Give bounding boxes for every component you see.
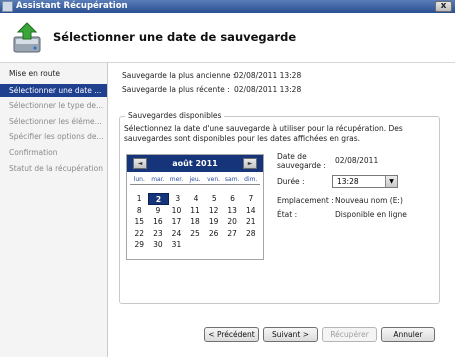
step-get-started[interactable]: Mise en route xyxy=(0,67,107,80)
calendar-day[interactable]: 5 xyxy=(205,193,223,205)
backup-date-value: 02/08/2011 xyxy=(335,156,379,165)
calendar-day[interactable]: 28 xyxy=(241,228,260,240)
calendar-week-row: 1234567 xyxy=(130,193,260,205)
calendar-day[interactable]: 1 xyxy=(130,193,148,205)
previous-month-button[interactable]: ◄ xyxy=(133,158,147,169)
state-label: État : xyxy=(277,210,298,219)
calendar-day[interactable]: 8 xyxy=(130,205,149,217)
calendar-week-row: 29 30 31 xyxy=(130,239,260,251)
oldest-backup-value: 02/08/2011 13:28 xyxy=(234,71,302,80)
group-legend: Sauvegardes disponibles xyxy=(125,111,225,120)
calendar-day[interactable]: 24 xyxy=(167,228,186,240)
calendar-day-empty xyxy=(241,239,260,251)
weekday-label: mer. xyxy=(169,176,184,183)
calendar-day[interactable]: 9 xyxy=(149,205,168,217)
backup-date-label-line2: sauvegarde : xyxy=(277,161,326,170)
duration-select[interactable]: 13:28 ▼ xyxy=(332,175,398,188)
recover-button: Récupérer xyxy=(322,327,377,342)
weekday-label: sam. xyxy=(224,176,240,183)
newest-backup-value: 02/08/2011 13:28 xyxy=(234,85,302,94)
calendar-day[interactable]: 11 xyxy=(186,205,205,217)
calendar-day[interactable]: 23 xyxy=(149,228,168,240)
wizard-steps-pane: Mise en route Sélectionner une date ... … xyxy=(0,62,107,357)
page-title: Sélectionner une date de sauvegarde xyxy=(53,30,297,44)
location-value: Nouveau nom (E:) xyxy=(335,196,403,205)
calendar-day[interactable]: 30 xyxy=(149,239,168,251)
backup-restore-icon xyxy=(13,22,41,53)
calendar-day[interactable]: 10 xyxy=(167,205,186,217)
previous-button[interactable]: < Précédent xyxy=(204,327,259,342)
weekday-label: mar. xyxy=(151,176,165,183)
close-button[interactable]: x xyxy=(435,1,452,12)
calendar-day[interactable]: 20 xyxy=(223,216,242,228)
calendar-day-selected[interactable]: 2 xyxy=(148,193,169,205)
calendar-week-row: 15 16 17 18 19 20 21 xyxy=(130,216,260,228)
calendar-day[interactable]: 17 xyxy=(167,216,186,228)
newest-backup-label: Sauvegarde la plus récente : xyxy=(122,85,230,94)
calendar-day[interactable]: 4 xyxy=(187,193,205,205)
calendar-day[interactable]: 29 xyxy=(130,239,149,251)
weekday-label: jeu. xyxy=(189,176,201,183)
step-recovery-status: Statut de la récupération xyxy=(9,164,103,173)
window-titlebar: Assistant Récupération x xyxy=(0,0,455,13)
calendar-day[interactable]: 26 xyxy=(204,228,223,240)
step-select-date[interactable]: Sélectionner une date ... xyxy=(0,84,107,97)
calendar-day[interactable]: 22 xyxy=(130,228,149,240)
calendar-day-empty xyxy=(223,239,242,251)
weekday-label: lun. xyxy=(133,176,145,183)
calendar-day-grid: 1 2 3 4 5 6 7 8 9 10 11 12 13 14 15 16 17 18 19 20 21 22 23 24 2… xyxy=(130,193,260,251)
state-value: Disponible en ligne xyxy=(335,210,407,219)
app-icon xyxy=(2,1,13,12)
calendar-day[interactable]: 3 xyxy=(169,193,187,205)
calendar-day[interactable]: 19 xyxy=(204,216,223,228)
calendar-day[interactable]: 16 xyxy=(149,216,168,228)
calendar-day[interactable]: 15 xyxy=(130,216,149,228)
chevron-down-icon[interactable]: ▼ xyxy=(385,176,397,187)
backup-date-label-line1: Date de xyxy=(277,152,307,161)
cancel-button[interactable]: Annuler xyxy=(381,327,435,342)
group-description: Sélectionnez la date d'une sauvegarde à … xyxy=(124,124,403,143)
calendar-day[interactable]: 13 xyxy=(223,205,242,217)
wizard-header: Sélectionner une date de sauvegarde xyxy=(0,13,455,62)
next-button[interactable]: Suivant > xyxy=(263,327,318,342)
step-specify-options: Spécifier les options de... xyxy=(9,132,104,141)
calendar-day[interactable]: 14 xyxy=(241,205,260,217)
location-label: Emplacement : xyxy=(277,196,334,205)
calendar-week-row: 22 23 24 25 26 27 28 xyxy=(130,228,260,240)
calendar-day[interactable]: 27 xyxy=(223,228,242,240)
calendar-day[interactable]: 18 xyxy=(186,216,205,228)
calendar-week-row: 8 9 10 11 12 13 14 xyxy=(130,205,260,217)
step-select-type: Sélectionner le type de... xyxy=(9,101,104,110)
calendar-day-empty xyxy=(186,239,205,251)
calendar-day-empty xyxy=(204,239,223,251)
calendar-day[interactable]: 31 xyxy=(167,239,186,251)
calendar-day[interactable]: 21 xyxy=(241,216,260,228)
backup-date-calendar[interactable]: août 2011 ◄ ► lun. mar. mer. jeu. ven. s… xyxy=(126,154,264,260)
weekday-label: ven. xyxy=(207,176,221,183)
duration-select-value: 13:28 xyxy=(337,177,359,186)
calendar-weekday-row: lun. mar. mer. jeu. ven. sam. dim. xyxy=(130,176,260,185)
calendar-day[interactable]: 6 xyxy=(223,193,241,205)
next-month-button[interactable]: ► xyxy=(243,158,257,169)
step-select-items: Sélectionner les éléme... xyxy=(9,117,102,126)
step-confirmation: Confirmation xyxy=(9,148,58,157)
calendar-day[interactable]: 7 xyxy=(242,193,260,205)
window-title: Assistant Récupération xyxy=(16,1,128,11)
calendar-header: août 2011 ◄ ► xyxy=(127,155,263,172)
calendar-day[interactable]: 25 xyxy=(186,228,205,240)
calendar-day[interactable]: 12 xyxy=(204,205,223,217)
oldest-backup-label: Sauvegarde la plus ancienne : xyxy=(122,71,236,80)
weekday-label: dim. xyxy=(244,176,258,183)
duration-label: Durée : xyxy=(277,177,305,186)
